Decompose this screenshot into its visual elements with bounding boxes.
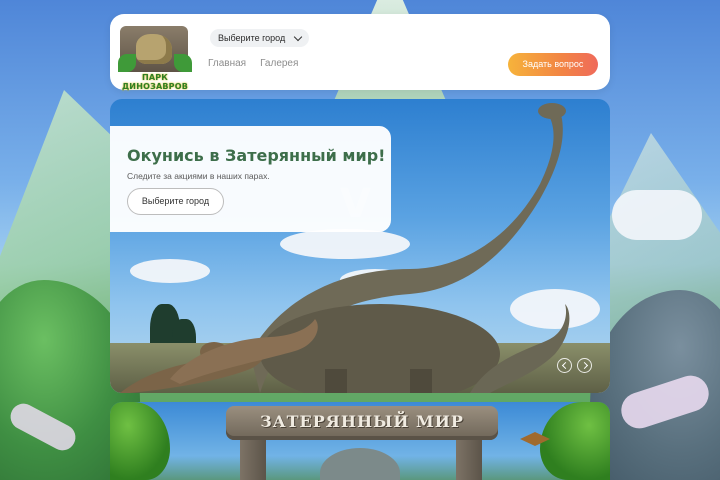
ask-question-button[interactable]: Задать вопрос	[508, 53, 598, 76]
sauropod-head	[538, 103, 566, 119]
banner-dinosaur	[320, 448, 400, 480]
stone-pillar	[456, 438, 482, 480]
logo-leaf-icon	[174, 54, 192, 72]
city-select-dropdown[interactable]: Выберите город	[210, 29, 310, 47]
lost-world-banner: ЗАТЕРЯННЫЙ МИР	[110, 402, 610, 480]
city-select-label: Выберите город	[218, 33, 286, 43]
palm-tree-left	[110, 402, 170, 480]
chevron-down-icon	[294, 32, 303, 42]
palm-tree-right	[540, 402, 610, 480]
sauropod-leg	[325, 369, 347, 393]
slider-next-arrow-icon[interactable]	[577, 358, 592, 373]
hero-select-city-button[interactable]: Выберите город	[127, 188, 224, 215]
background-cloud	[612, 190, 702, 240]
stone-pillar	[240, 438, 266, 480]
slider-prev-arrow-icon[interactable]	[557, 358, 572, 373]
stone-sign-text: ЗАТЕРЯННЫЙ МИР	[260, 412, 464, 431]
logo-dinosaur-icon	[136, 34, 172, 64]
logo-text: ПАРК ДИНОЗАВРОВ	[121, 73, 189, 91]
hero-title: Окунись в Затерянный мир!	[127, 146, 386, 165]
sauropod-leg	[410, 369, 432, 393]
nav-link-gallery[interactable]: Галерея	[260, 58, 298, 69]
hero-card: Окунись в Затерянный мир! Следите за акц…	[110, 126, 391, 232]
logo-leaf-icon	[118, 54, 136, 72]
main-nav: Главная Галерея	[208, 58, 298, 69]
site-header: ПАРК ДИНОЗАВРОВ Выберите город Главная Г…	[110, 14, 610, 91]
hero-subtitle: Следите за акциями в наших парах.	[127, 171, 270, 181]
hero-slider: V Окунись в Затерянный мир! Следите за а…	[110, 99, 610, 393]
park-logo[interactable]: ПАРК ДИНОЗАВРОВ	[116, 24, 194, 91]
stone-sign: ЗАТЕРЯННЫЙ МИР	[226, 406, 498, 440]
nav-link-home[interactable]: Главная	[208, 58, 246, 69]
